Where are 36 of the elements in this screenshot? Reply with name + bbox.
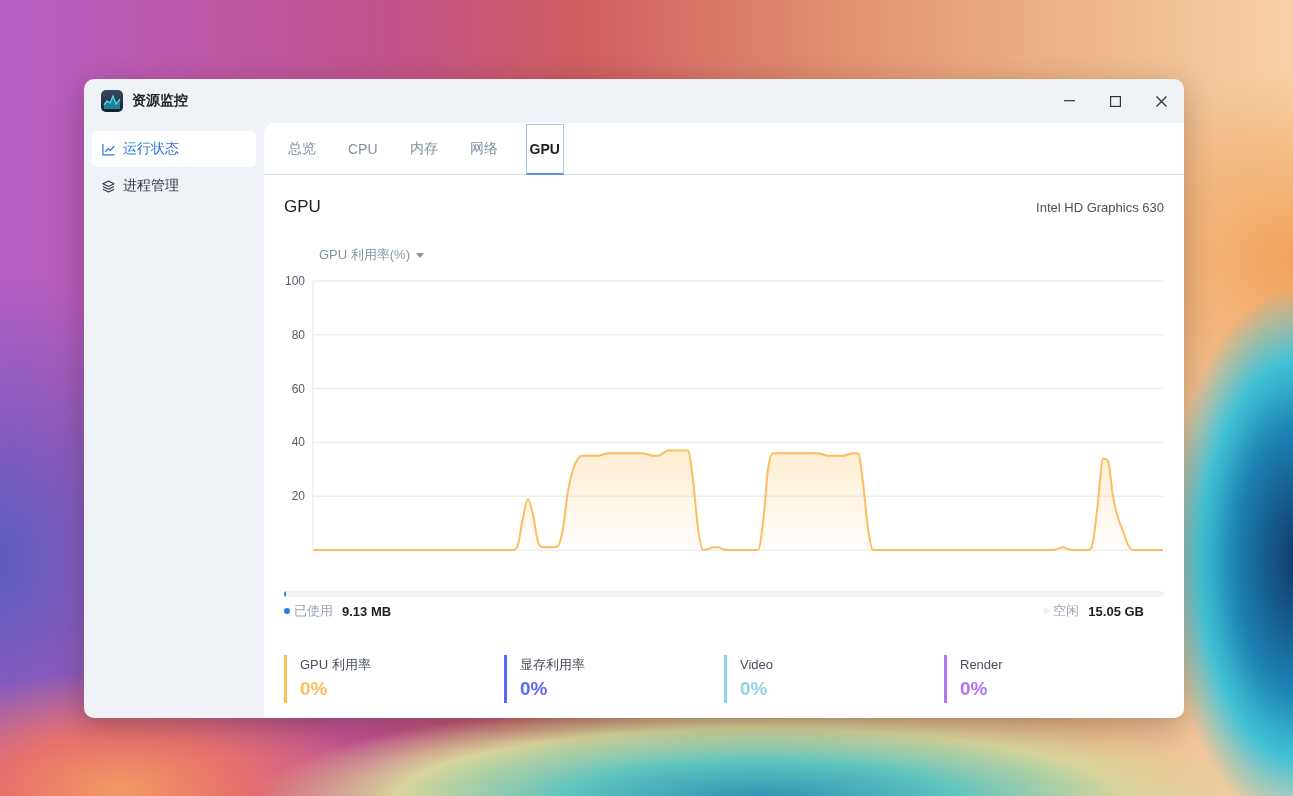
stat-label: GPU 利用率 [300,657,371,673]
app-icon [101,90,123,112]
stat-label: Render [960,657,1003,673]
legend-value: 9.13 MB [342,603,392,619]
window-title: 资源监控 [132,92,188,110]
legend-value: 15.05 GB [1088,603,1144,619]
line-chart-icon [102,142,115,156]
tab[interactable]: 网络 [465,124,502,175]
y-axis-label: 40 [291,435,305,450]
stat-label: Video [740,657,773,673]
stat-value: 0% [300,678,329,700]
sidebar-item[interactable]: 运行状态 [92,131,256,167]
stat-value: 0% [740,678,769,700]
stat-value: 0% [520,678,549,700]
layers-icon [102,179,115,193]
maximize-icon [1109,95,1121,107]
metric-dropdown[interactable]: GPU 利用率(%) [319,245,424,265]
legend-dot-icon [284,608,290,614]
legend-label: 已使用 [294,602,333,620]
tab[interactable]: CPU [344,124,382,175]
y-axis-label: 80 [291,327,305,342]
tab[interactable]: GPU [525,124,564,175]
device-name: Intel HD Graphics 630 [1036,199,1164,215]
y-axis-label: 100 [284,274,305,288]
panel-title: GPU [284,197,321,217]
legend-label: 空闲 [1053,602,1080,620]
stat-value: 0% [960,678,989,700]
minimize-icon [1063,100,1075,102]
sidebar-item[interactable]: 进程管理 [92,168,256,204]
stat-label: 显存利用率 [520,657,585,673]
y-axis-label: 20 [291,489,305,504]
caret-icon [416,252,424,258]
tab[interactable]: 总览 [284,124,320,175]
tab[interactable]: 内存 [405,124,442,175]
close-icon [1155,95,1167,107]
y-axis-label: 60 [291,381,305,396]
